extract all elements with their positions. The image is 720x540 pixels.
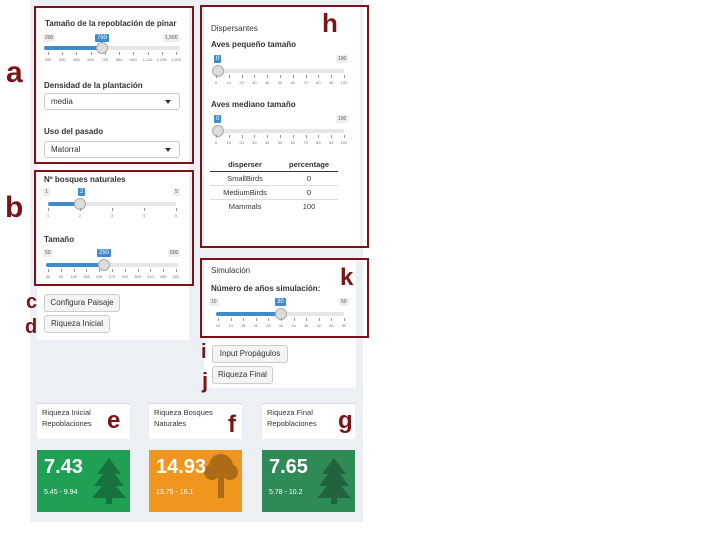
annotation-label-c: c	[26, 291, 38, 313]
annotation-label-e: e	[107, 407, 121, 434]
value-box-g: 7.65 5.78 - 10.2	[262, 450, 355, 512]
configura-paisaje-button[interactable]: Configura Paisaje	[44, 294, 120, 312]
annotation-label-d: d	[25, 316, 38, 338]
annotation-label-h: h	[322, 8, 338, 38]
value-box-g-value: 7.65	[269, 456, 308, 478]
annotation-label-f: f	[228, 411, 236, 438]
annotation-box-b	[34, 170, 194, 286]
input-propagulos-button[interactable]: Input Propágulos	[212, 345, 288, 363]
value-box-g-range: 5.78 - 10.2	[269, 489, 303, 496]
annotation-box-h	[200, 5, 369, 248]
value-box-f-range: 13.75 - 16.1	[156, 489, 194, 496]
annotation-label-b: b	[5, 191, 24, 224]
value-box-f-value: 14.93	[156, 456, 207, 478]
annotation-label-g: g	[338, 407, 353, 434]
tree-icon	[92, 458, 126, 504]
annotation-label-k: k	[340, 264, 354, 291]
value-box-e-range: 5.45 - 9.94	[44, 489, 78, 496]
annotation-label-a: a	[6, 56, 23, 89]
value-box-f: 14.93 13.75 - 16.1	[149, 450, 242, 512]
annotation-box-a	[34, 6, 194, 164]
riqueza-inicial-button[interactable]: Riqueza Inicial	[44, 315, 110, 333]
annotation-label-i: i	[201, 341, 207, 363]
deciduous-tree-icon	[204, 454, 238, 498]
riqueza-final-button[interactable]: Riqueza Final	[212, 366, 273, 384]
annotation-label-j: j	[202, 368, 209, 393]
tree-icon	[317, 458, 351, 504]
value-box-e: 7.43 5.45 - 9.94	[37, 450, 130, 512]
value-box-e-value: 7.43	[44, 456, 83, 478]
